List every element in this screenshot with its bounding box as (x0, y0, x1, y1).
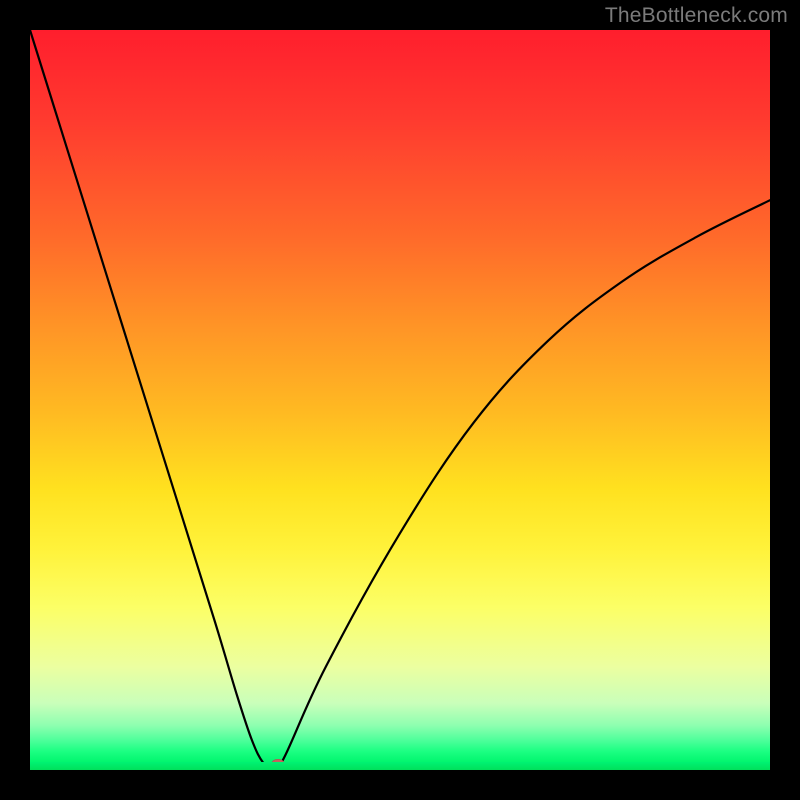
watermark-text: TheBottleneck.com (605, 4, 788, 28)
optimal-point-marker (271, 759, 285, 770)
bottleneck-curve (30, 30, 770, 770)
chart-frame: TheBottleneck.com (0, 0, 800, 800)
curve-svg (30, 30, 770, 770)
plot-area (30, 30, 770, 770)
